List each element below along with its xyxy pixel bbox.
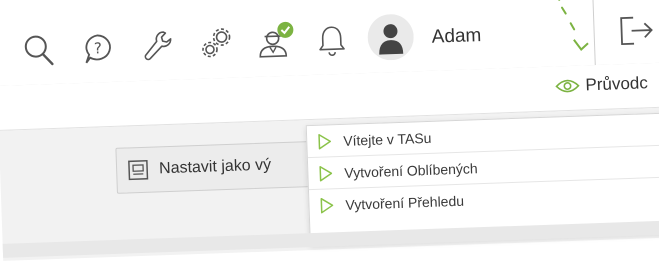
user-name[interactable]: Adam [431,25,481,49]
user-approved-icon[interactable] [255,20,296,61]
set-as-default-label: Nastavit jako vý [159,156,272,178]
logout-icon[interactable] [617,13,656,48]
guide-label: Průvodc [585,73,648,95]
search-icon[interactable] [23,34,54,67]
eye-icon [555,78,580,95]
settings-icon[interactable] [199,26,234,61]
play-icon [318,165,333,181]
screen: ? [0,0,659,256]
guide-link[interactable]: Průvodc [555,73,648,96]
help-icon[interactable]: ? [81,32,114,65]
play-icon [319,197,334,213]
avatar[interactable] [367,13,415,61]
set-as-default-button[interactable]: Nastavit jako vý [115,141,326,194]
tour-item-label: Vytvoření Přehledu [345,193,464,213]
hint-arrow-head [570,33,593,56]
svg-text:?: ? [94,39,103,57]
wrench-icon[interactable] [141,29,172,62]
tour-item-label: Vítejte v TASu [343,129,432,148]
tour-item-label: Vytvoření Oblíbených [344,160,478,181]
play-icon [317,133,332,149]
bell-icon[interactable] [317,24,346,57]
layout-icon [127,159,150,182]
